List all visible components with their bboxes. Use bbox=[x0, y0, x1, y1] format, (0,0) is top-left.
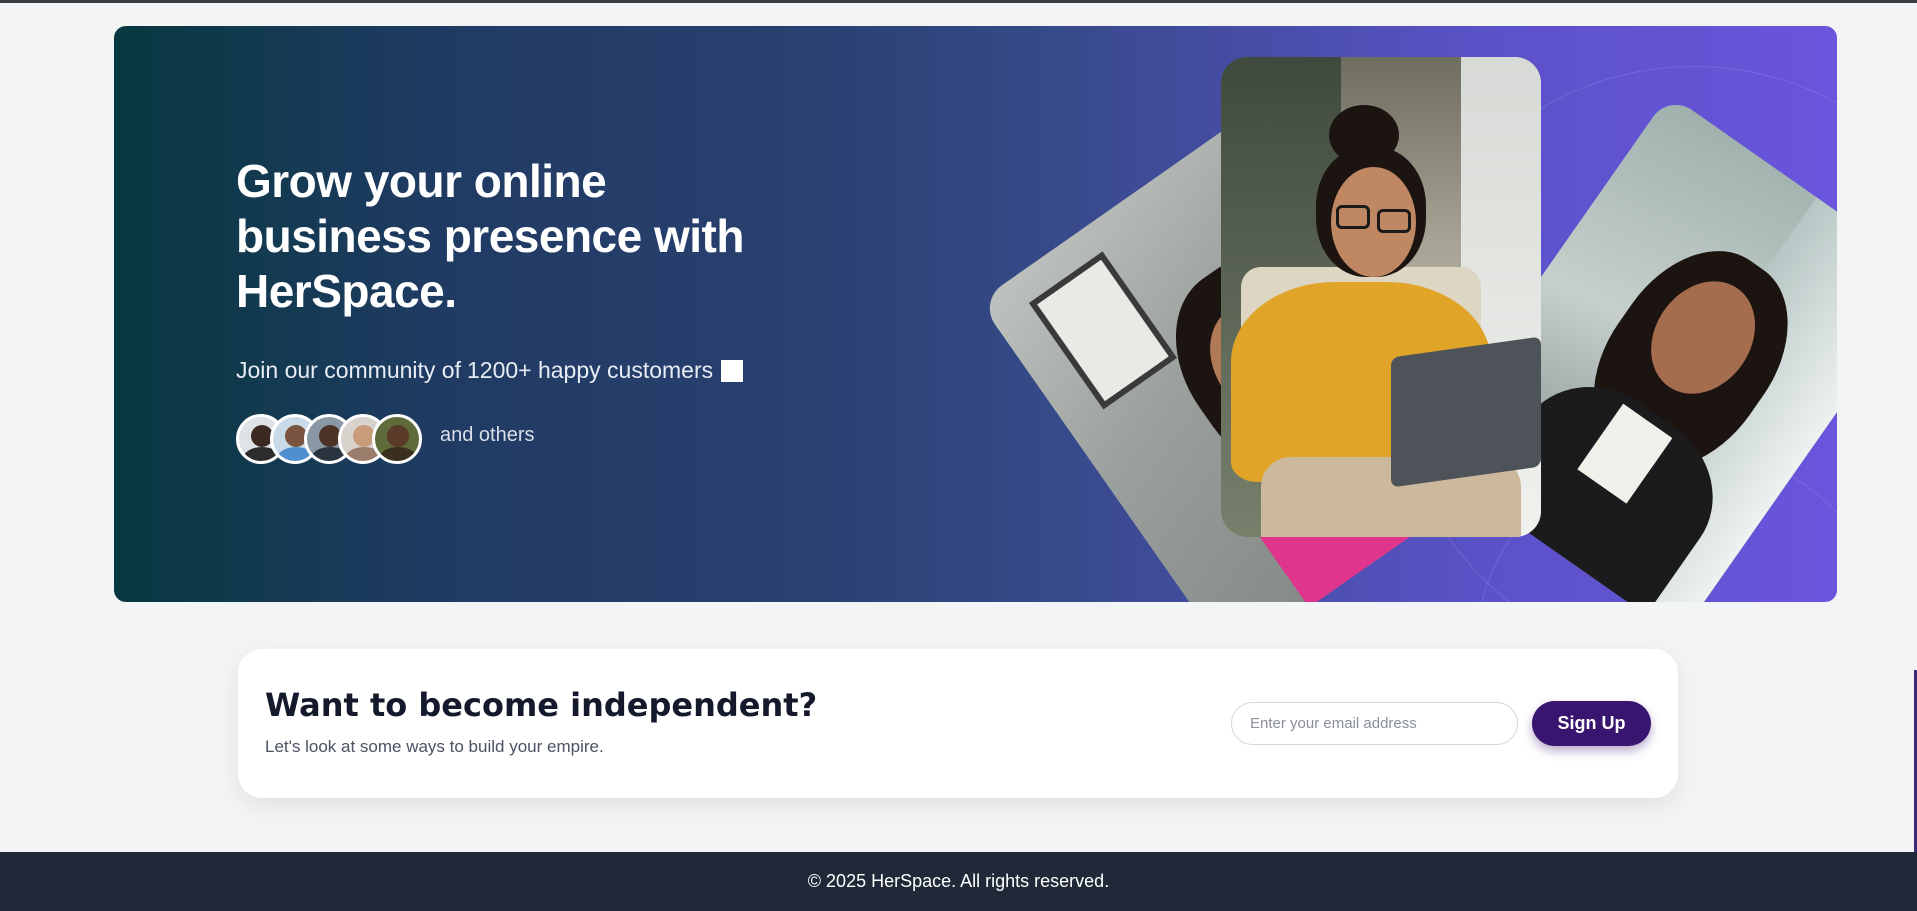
hero-title-line: business presence with bbox=[236, 210, 744, 262]
hero-subtitle: Join our community of 1200+ happy custom… bbox=[236, 357, 836, 384]
top-border bbox=[0, 0, 1917, 3]
hero-title-line: HerSpace. bbox=[236, 265, 457, 317]
copyright-text: © 2025 HerSpace. All rights reserved. bbox=[807, 871, 1110, 891]
photo-woman-yellow-sweater bbox=[1221, 57, 1541, 537]
footer: © 2025 HerSpace. All rights reserved. bbox=[0, 852, 1917, 911]
hero-title: Grow your online business presence with … bbox=[236, 154, 836, 319]
and-others-label: and others bbox=[440, 423, 535, 446]
email-input[interactable] bbox=[1231, 702, 1518, 745]
customer-count: 1200+ happy customers bbox=[466, 357, 714, 383]
square-glyph-icon bbox=[721, 359, 744, 382]
hero-banner: Grow your online business presence with … bbox=[114, 26, 1837, 602]
cta-title: Want to become independent? bbox=[265, 686, 818, 724]
hero-text: Grow your online business presence with … bbox=[236, 154, 836, 464]
cta-subtitle: Let's look at some ways to build your em… bbox=[265, 737, 604, 756]
subtitle-prefix: Join our community of bbox=[236, 357, 461, 383]
newsletter-card: Want to become independent? Let's look a… bbox=[238, 649, 1678, 798]
customer-avatars: and others bbox=[236, 414, 836, 464]
avatar bbox=[372, 414, 422, 464]
sign-up-button[interactable]: Sign Up bbox=[1532, 701, 1651, 746]
hero-title-line: Grow your online bbox=[236, 155, 607, 207]
